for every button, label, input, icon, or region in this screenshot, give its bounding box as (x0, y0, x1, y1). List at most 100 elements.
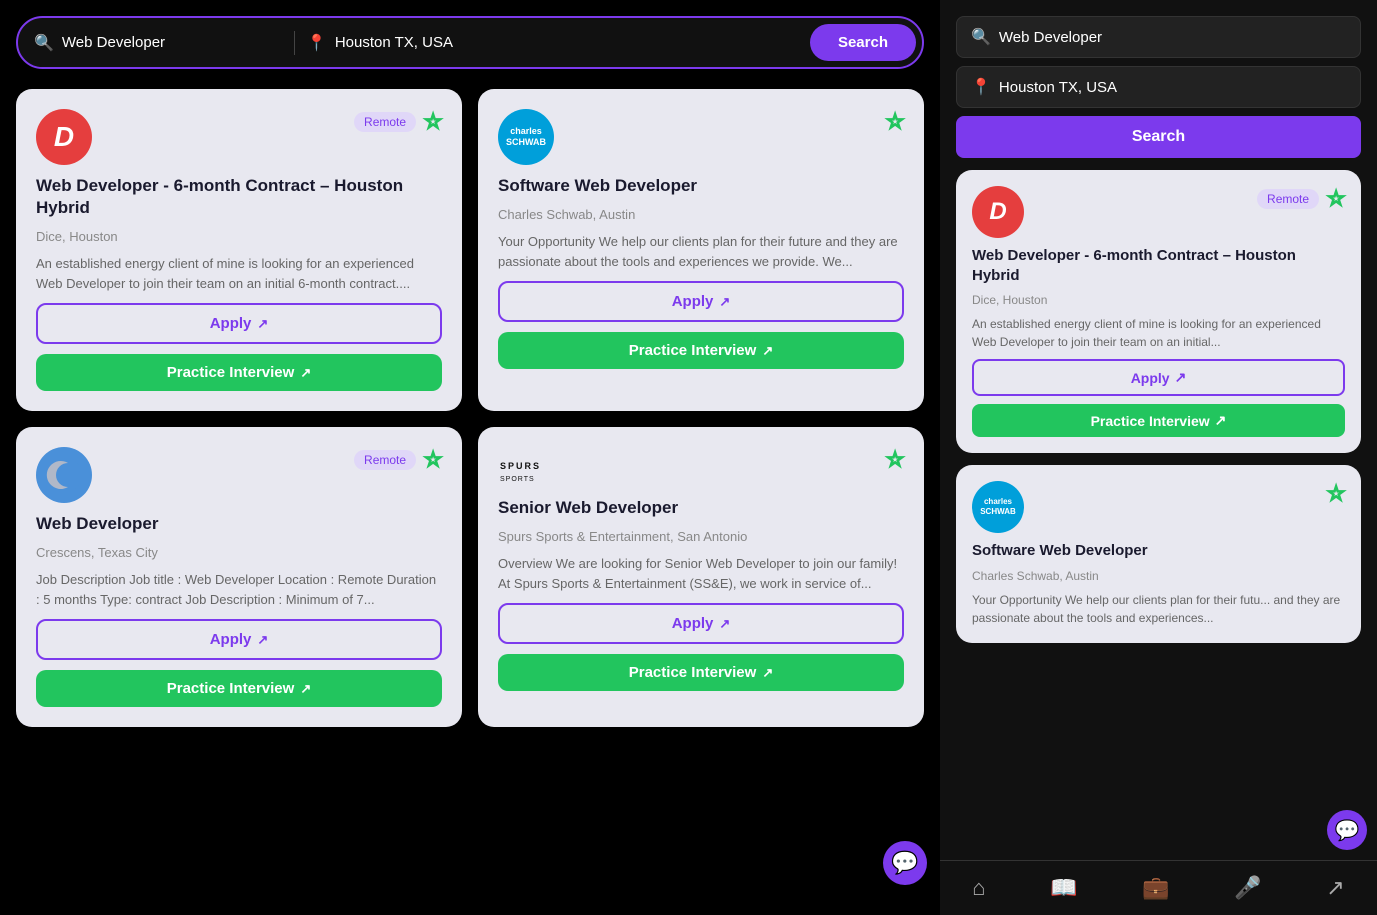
right-search-button[interactable]: Search (956, 116, 1361, 158)
star-icon-2[interactable]: ☆ (886, 109, 904, 134)
right-chat-bubble[interactable]: 💬 (1327, 810, 1367, 850)
job-desc-2: Your Opportunity We help our clients pla… (498, 232, 904, 271)
right-location-wrap: 📍 (956, 66, 1361, 108)
practice-ext-icon-4: ↗ (762, 665, 773, 681)
card-badges-2: ☆ (886, 109, 904, 134)
svg-text:SPURS: SPURS (500, 461, 541, 471)
right-schwab-logo: charlesSCHWAB (972, 481, 1024, 533)
job-desc-4: Overview We are looking for Senior Web D… (498, 554, 904, 593)
right-job-company-1: Dice, Houston (972, 293, 1345, 307)
job-card-2: charlesSCHWAB ☆ Software Web Developer C… (478, 89, 924, 411)
right-search-section: 🔍 📍 Search (956, 16, 1361, 158)
job-title-4: Senior Web Developer (498, 497, 904, 519)
job-card-4: SPURS SPORTS ☆ Senior Web Developer Spur… (478, 427, 924, 727)
right-panel: 🔍 📍 Search D Remote ☆ Web Developer - 6-… (940, 0, 1377, 915)
right-job-card-1: D Remote ☆ Web Developer - 6-month Contr… (956, 170, 1361, 453)
right-job-company-2: Charles Schwab, Austin (972, 569, 1345, 583)
search-bar: 🔍 📍 Search (16, 16, 924, 69)
right-card-top-1: D Remote ☆ (972, 186, 1345, 238)
job-title-1: Web Developer - 6-month Contract – Houst… (36, 175, 442, 219)
divider (294, 31, 295, 55)
nav-home-icon[interactable]: ⌂ (960, 871, 997, 905)
right-search-icon: 🔍 (971, 27, 991, 47)
right-location-icon: 📍 (971, 77, 991, 97)
spurs-logo: SPURS SPORTS (498, 447, 578, 487)
practice-button-3[interactable]: Practice Interview ↗ (36, 670, 442, 707)
practice-button-1[interactable]: Practice Interview ↗ (36, 354, 442, 391)
star-icon-4[interactable]: ☆ (886, 447, 904, 472)
nav-suitcase-icon[interactable]: 💼 (1130, 871, 1181, 905)
right-job-desc-1: An established energy client of mine is … (972, 315, 1345, 351)
right-search-input-wrap: 🔍 (956, 16, 1361, 58)
job-company-3: Crescens, Texas City (36, 545, 442, 560)
right-apply-button-1[interactable]: Apply ↗ (972, 359, 1345, 396)
left-panel: 🔍 📍 Search D Remote ☆ Web Developer - 6-… (0, 0, 940, 915)
search-icon: 🔍 (34, 33, 54, 53)
card-top-row-3: Remote ☆ (36, 447, 442, 503)
apply-button-3[interactable]: Apply ↗ (36, 619, 442, 660)
apply-label-3: Apply (210, 631, 252, 648)
right-practice-button-1[interactable]: Practice Interview ↗ (972, 404, 1345, 437)
right-remote-badge-1: Remote (1257, 189, 1319, 209)
apply-button-2[interactable]: Apply ↗ (498, 281, 904, 322)
practice-ext-icon-2: ↗ (762, 343, 773, 359)
bottom-nav: ⌂ 📖 💼 🎤 ↗ (940, 860, 1377, 915)
right-keyword-input[interactable] (999, 29, 1346, 46)
right-practice-ext-1: ↗ (1215, 412, 1227, 429)
right-apply-label-1: Apply (1131, 370, 1170, 386)
apply-label-2: Apply (672, 293, 714, 310)
svg-text:SPORTS: SPORTS (500, 476, 535, 483)
card-top-row-4: SPURS SPORTS ☆ (498, 447, 904, 487)
card-top-row-2: charlesSCHWAB ☆ (498, 109, 904, 165)
job-company-4: Spurs Sports & Entertainment, San Antoni… (498, 529, 904, 544)
right-practice-label-1: Practice Interview (1091, 413, 1210, 429)
practice-button-2[interactable]: Practice Interview ↗ (498, 332, 904, 369)
nav-exit-icon[interactable]: ↗ (1314, 871, 1356, 905)
crescens-logo (36, 447, 92, 503)
card-badges-3: Remote ☆ (354, 447, 442, 472)
star-icon-3[interactable]: ☆ (424, 447, 442, 472)
nav-mic-icon[interactable]: 🎤 (1222, 871, 1273, 905)
job-desc-1: An established energy client of mine is … (36, 254, 442, 293)
location-icon: 📍 (307, 33, 327, 53)
job-card-3: Remote ☆ Web Developer Crescens, Texas C… (16, 427, 462, 727)
chat-bubble[interactable]: 💬 (883, 841, 927, 885)
right-dice-logo: D (972, 186, 1024, 238)
job-card-1: D Remote ☆ Web Developer - 6-month Contr… (16, 89, 462, 411)
card-top-row-1: D Remote ☆ (36, 109, 442, 165)
practice-ext-icon-1: ↗ (300, 365, 311, 381)
star-icon[interactable]: ☆ (424, 109, 442, 134)
practice-label-4: Practice Interview (629, 664, 757, 681)
keyword-input[interactable] (62, 34, 282, 51)
location-input[interactable] (335, 34, 810, 51)
job-title-2: Software Web Developer (498, 175, 904, 197)
right-star-icon-2[interactable]: ☆ (1327, 481, 1345, 506)
apply-ext-icon-1: ↗ (257, 316, 268, 332)
nav-book-icon[interactable]: 📖 (1038, 871, 1089, 905)
practice-label-3: Practice Interview (167, 680, 295, 697)
right-job-desc-2: Your Opportunity We help our clients pla… (972, 591, 1345, 627)
apply-button-4[interactable]: Apply ↗ (498, 603, 904, 644)
apply-ext-icon-4: ↗ (719, 616, 730, 632)
card-badges-1: Remote ☆ (354, 109, 442, 134)
right-card-badges-1: Remote ☆ (1257, 186, 1345, 211)
right-job-title-2: Software Web Developer (972, 541, 1345, 561)
right-job-card-2: charlesSCHWAB ☆ Software Web Developer C… (956, 465, 1361, 643)
search-button[interactable]: Search (810, 24, 916, 61)
right-star-icon-1[interactable]: ☆ (1327, 186, 1345, 211)
job-desc-3: Job Description Job title : Web Develope… (36, 570, 442, 609)
apply-label-4: Apply (672, 615, 714, 632)
right-apply-ext-1: ↗ (1175, 369, 1187, 386)
practice-button-4[interactable]: Practice Interview ↗ (498, 654, 904, 691)
apply-ext-icon-3: ↗ (257, 632, 268, 648)
remote-badge-3: Remote (354, 450, 416, 470)
practice-label-1: Practice Interview (167, 364, 295, 381)
right-location-input[interactable] (999, 79, 1346, 96)
job-company-1: Dice, Houston (36, 229, 442, 244)
right-card-badges-2: ☆ (1327, 481, 1345, 506)
job-company-2: Charles Schwab, Austin (498, 207, 904, 222)
apply-ext-icon-2: ↗ (719, 294, 730, 310)
schwab-logo: charlesSCHWAB (498, 109, 554, 165)
apply-button-1[interactable]: Apply ↗ (36, 303, 442, 344)
card-badges-4: ☆ (886, 447, 904, 472)
